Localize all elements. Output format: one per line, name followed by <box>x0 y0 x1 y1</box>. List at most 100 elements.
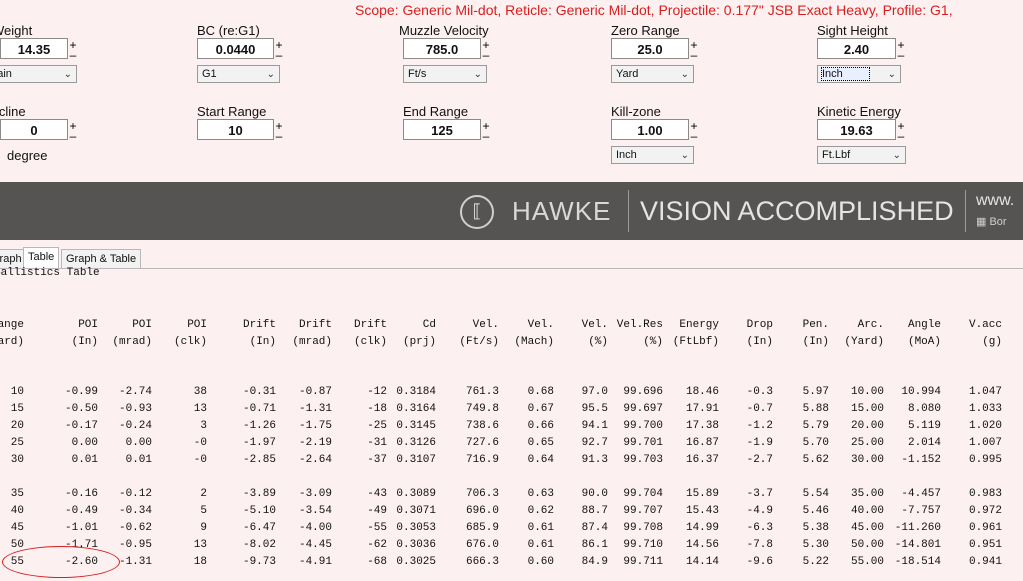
table-cell: -4.91 <box>298 556 332 568</box>
table-cell: 99.697 <box>623 403 663 415</box>
table-cell: 45.00 <box>850 522 884 534</box>
incline-decrement[interactable]: – <box>68 130 78 142</box>
table-cell: 25.00 <box>850 437 884 449</box>
table-cell: 0.61 <box>527 522 554 534</box>
weight-unit-select[interactable]: Grain⌄ <box>0 65 77 83</box>
start-range-decrement[interactable]: – <box>274 130 284 142</box>
column-header: POI <box>78 319 98 331</box>
column-header: Drift <box>242 319 276 331</box>
incline-field[interactable]: 0 <box>0 119 68 140</box>
table-cell: 0.3107 <box>396 454 436 466</box>
kill-zone-field[interactable]: 1.00 <box>611 119 689 140</box>
hawke-logo-icon: ⟦ <box>460 195 494 229</box>
table-cell: 99.708 <box>623 522 663 534</box>
table-title: Ballistics Table <box>0 267 100 279</box>
zero-range-unit-select[interactable]: Yard ⌄ <box>611 65 694 83</box>
table-cell: 0.951 <box>968 539 1002 551</box>
kinetic-energy-unit-select[interactable]: Ft.Lbf ⌄ <box>817 146 906 164</box>
table-cell: -37 <box>367 454 387 466</box>
table-cell: 2 <box>200 488 207 500</box>
weight-field[interactable]: 14.35 <box>0 38 68 59</box>
table-cell: -2.64 <box>298 454 332 466</box>
zero-range-field[interactable]: 25.0 <box>611 38 689 59</box>
table-cell: 99.700 <box>623 420 663 432</box>
column-unit: (clk) <box>353 336 387 348</box>
bc-model-select[interactable]: G1 ⌄ <box>197 65 280 83</box>
table-cell: -4.457 <box>901 488 941 500</box>
column-unit: (clk) <box>173 336 207 348</box>
table-cell: 13 <box>193 403 207 415</box>
kinetic-energy-label: Kinetic Energy <box>817 104 901 119</box>
table-cell: 18 <box>193 556 207 568</box>
start-range-field[interactable]: 10 <box>197 119 274 140</box>
table-cell: -4.45 <box>298 539 332 551</box>
table-cell: -0.7 <box>746 403 773 415</box>
brand-tagline: VISION ACCOMPLISHED <box>640 196 954 226</box>
kill-zone-decrement[interactable]: – <box>689 130 699 142</box>
table-cell: 5.70 <box>802 437 829 449</box>
sight-height-unit-select[interactable]: Inch ⌄ <box>817 65 901 83</box>
end-range-label: End Range <box>403 104 469 119</box>
chevron-down-icon: ⌄ <box>680 69 689 80</box>
table-cell: -0.34 <box>118 505 152 517</box>
column-unit: (In) <box>802 336 829 348</box>
table-cell: -1.31 <box>298 403 332 415</box>
bc-label: BC (re:G1) <box>197 23 260 38</box>
weight-decrement[interactable]: – <box>68 49 78 61</box>
column-header: Vel. <box>527 319 554 331</box>
website-link[interactable]: www. <box>976 192 1014 210</box>
table-cell: 84.9 <box>581 556 608 568</box>
column-header: V.acc <box>968 319 1002 331</box>
table-cell: 88.7 <box>581 505 608 517</box>
sight-height-decrement[interactable]: – <box>896 49 906 61</box>
table-cell: 10.994 <box>901 386 941 398</box>
bc-field[interactable]: 0.0440 <box>197 38 274 59</box>
table-cell: 8.080 <box>907 403 941 415</box>
muzzle-velocity-decrement[interactable]: – <box>481 49 491 61</box>
zero-range-label: Zero Range <box>611 23 680 38</box>
table-cell: -1.26 <box>242 420 276 432</box>
table-cell: -0.71 <box>242 403 276 415</box>
table-cell: 0.00 <box>71 437 98 449</box>
table-cell: 0.3053 <box>396 522 436 534</box>
table-cell: 16.87 <box>685 437 719 449</box>
bc-decrement[interactable]: – <box>274 49 284 61</box>
table-cell: 0.01 <box>125 454 152 466</box>
table-cell: 15.43 <box>685 505 719 517</box>
muzzle-velocity-label: Muzzle Velocity <box>399 23 489 38</box>
column-unit: (In) <box>249 336 276 348</box>
tab-graph-and-table[interactable]: Graph & Table <box>61 249 142 269</box>
kill-zone-unit-select[interactable]: Inch ⌄ <box>611 146 694 164</box>
table-cell: -7.8 <box>746 539 773 551</box>
table-cell: 15.89 <box>685 488 719 500</box>
start-range-label: Start Range <box>197 104 267 119</box>
table-cell: -0.3 <box>746 386 773 398</box>
zero-range-decrement[interactable]: – <box>689 49 699 61</box>
table-cell: 0.3089 <box>396 488 436 500</box>
table-cell: 35.00 <box>850 488 884 500</box>
chevron-down-icon: ⌄ <box>63 69 72 80</box>
table-cell: -3.89 <box>242 488 276 500</box>
end-range-field[interactable]: 125 <box>403 119 481 140</box>
table-cell: 10.00 <box>850 386 884 398</box>
table-cell: -68 <box>367 556 387 568</box>
row-range-cell: 45 <box>10 522 24 534</box>
sight-height-field[interactable]: 2.40 <box>817 38 896 59</box>
column-header: Drop <box>746 319 773 331</box>
table-cell: 99.701 <box>623 437 663 449</box>
muzzle-velocity-field[interactable]: 785.0 <box>403 38 481 59</box>
column-header: Drift <box>353 319 387 331</box>
banner-divider <box>628 190 629 232</box>
muzzle-velocity-unit-select[interactable]: Ft/s ⌄ <box>403 65 487 83</box>
kinetic-energy-decrement[interactable]: – <box>896 130 906 142</box>
table-cell: -0.87 <box>298 386 332 398</box>
table-cell: 2.014 <box>907 437 941 449</box>
kinetic-energy-field[interactable]: 19.63 <box>817 119 896 140</box>
table-cell: -55 <box>367 522 387 534</box>
table-cell: -43 <box>367 488 387 500</box>
table-cell: 38 <box>193 386 207 398</box>
tab-table[interactable]: Table <box>23 247 60 269</box>
end-range-decrement[interactable]: – <box>481 130 491 142</box>
table-cell: 1.033 <box>968 403 1002 415</box>
table-cell: 0.3071 <box>396 505 436 517</box>
